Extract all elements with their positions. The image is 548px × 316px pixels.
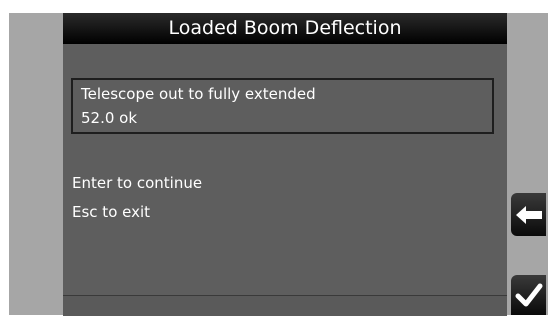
- back-button[interactable]: [511, 193, 546, 236]
- info-panel: Telescope out to fully extended 52.0 ok: [71, 78, 494, 134]
- instruction-text: Telescope out to fully extended: [81, 85, 316, 103]
- checkmark-icon: [515, 283, 542, 307]
- left-bezel: [9, 13, 63, 315]
- esc-prompt: Esc to exit: [72, 203, 151, 221]
- confirm-button[interactable]: [511, 275, 546, 315]
- page-title: Loaded Boom Deflection: [168, 17, 402, 39]
- title-bar: Loaded Boom Deflection: [63, 13, 507, 44]
- enter-prompt: Enter to continue: [72, 174, 203, 192]
- display-screen: Loaded Boom Deflection Telescope out to …: [63, 13, 507, 316]
- measurement-status: 52.0 ok: [81, 109, 138, 127]
- right-bezel: [507, 13, 548, 315]
- bottom-bar: [63, 295, 507, 316]
- arrow-left-icon: [515, 205, 542, 224]
